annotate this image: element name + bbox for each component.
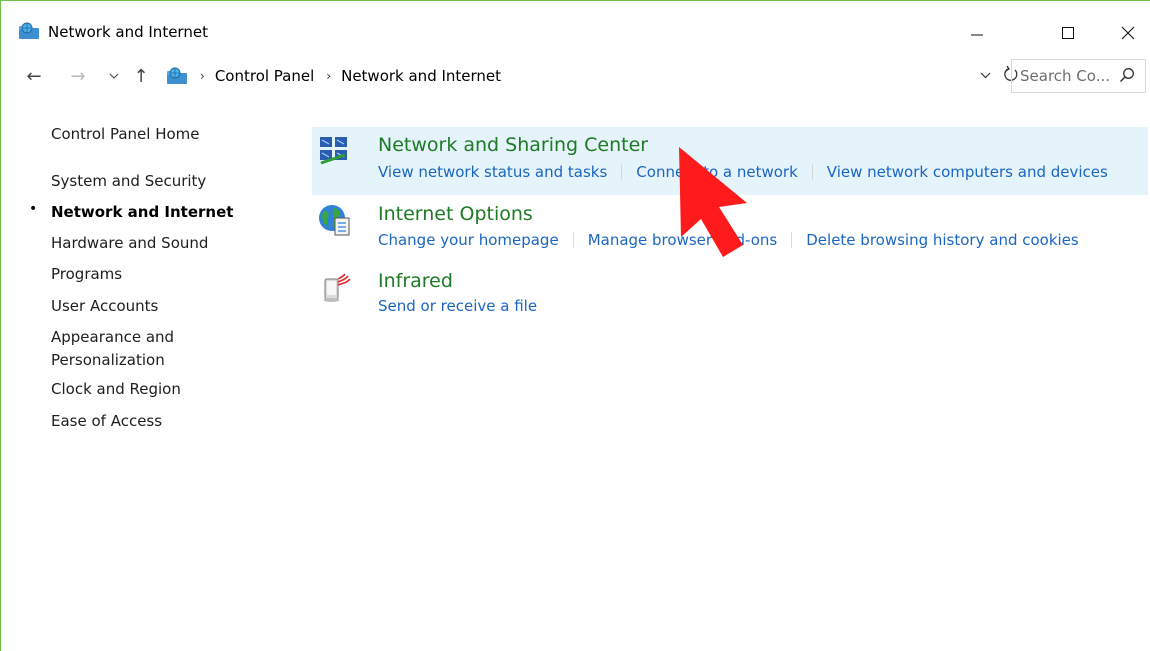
chevron-down-icon: [980, 72, 991, 79]
link-divider: [811, 164, 813, 180]
back-button[interactable]: ←: [21, 61, 47, 91]
link-delete-browsing-history[interactable]: Delete browsing history and cookies: [806, 231, 1078, 249]
breadcrumb-separator-icon[interactable]: ›: [326, 69, 331, 83]
title-bar[interactable]: Network and Internet: [1, 1, 1150, 45]
category-infrared[interactable]: Infrared Send or receive a file: [312, 265, 1148, 325]
link-send-receive-file[interactable]: Send or receive a file: [378, 297, 537, 315]
address-dropdown-button[interactable]: [980, 68, 991, 82]
network-folder-icon: [166, 67, 188, 85]
search-box[interactable]: [1011, 59, 1146, 93]
link-view-network-status[interactable]: View network status and tasks: [378, 163, 607, 181]
forward-button[interactable]: →: [65, 61, 91, 91]
arrow-right-icon: →: [70, 65, 86, 87]
nav-programs[interactable]: Programs: [51, 263, 122, 285]
link-divider: [572, 232, 574, 248]
nav-personalization[interactable]: Personalization: [51, 349, 165, 371]
minimize-button[interactable]: [954, 11, 1000, 55]
nav-user-accounts[interactable]: User Accounts: [51, 295, 158, 317]
nav-system-and-security[interactable]: System and Security: [51, 170, 206, 192]
network-folder-icon: [18, 22, 40, 40]
network-sharing-center-title[interactable]: Network and Sharing Center: [378, 132, 648, 158]
close-button[interactable]: [1105, 11, 1150, 55]
link-divider: [621, 164, 623, 180]
address-bar[interactable]: › Control Panel › Network and Internet: [159, 61, 1018, 91]
arrow-left-icon: ←: [26, 65, 42, 87]
recent-locations-button[interactable]: [105, 61, 123, 91]
nav-control-panel-home[interactable]: Control Panel Home: [51, 123, 200, 145]
nav-network-and-internet[interactable]: Network and Internet: [51, 201, 233, 223]
breadcrumb-control-panel[interactable]: Control Panel: [215, 67, 314, 85]
infrared-links: Send or receive a file: [378, 297, 537, 315]
nav-clock-and-region[interactable]: Clock and Region: [51, 378, 181, 400]
active-bullet-icon: •: [29, 201, 38, 217]
link-view-network-computers[interactable]: View network computers and devices: [827, 163, 1108, 181]
link-change-homepage[interactable]: Change your homepage: [378, 231, 559, 249]
breadcrumb-network-and-internet[interactable]: Network and Internet: [341, 67, 501, 85]
infrared-icon: [317, 269, 351, 303]
infrared-title[interactable]: Infrared: [378, 268, 453, 294]
nav-appearance-and[interactable]: Appearance and: [51, 326, 174, 348]
nav-hardware-and-sound[interactable]: Hardware and Sound: [51, 232, 208, 254]
control-panel-window: Network and Internet ← → ↑ › Control Pan…: [0, 0, 1150, 651]
chevron-down-icon: [109, 73, 119, 79]
internet-options-icon: [317, 203, 351, 237]
search-input[interactable]: [1020, 67, 1120, 85]
red-pointer-arrow-icon: [679, 147, 747, 257]
maximize-button[interactable]: [1045, 11, 1091, 55]
breadcrumb-separator-icon[interactable]: ›: [200, 69, 205, 83]
window-title: Network and Internet: [48, 23, 208, 41]
up-button[interactable]: ↑: [130, 61, 152, 91]
network-sharing-icon: [317, 133, 351, 167]
arrow-up-icon: ↑: [133, 65, 149, 87]
nav-ease-of-access[interactable]: Ease of Access: [51, 410, 162, 432]
internet-options-title[interactable]: Internet Options: [378, 201, 533, 227]
search-icon[interactable]: [1119, 67, 1135, 83]
link-divider: [791, 232, 793, 248]
